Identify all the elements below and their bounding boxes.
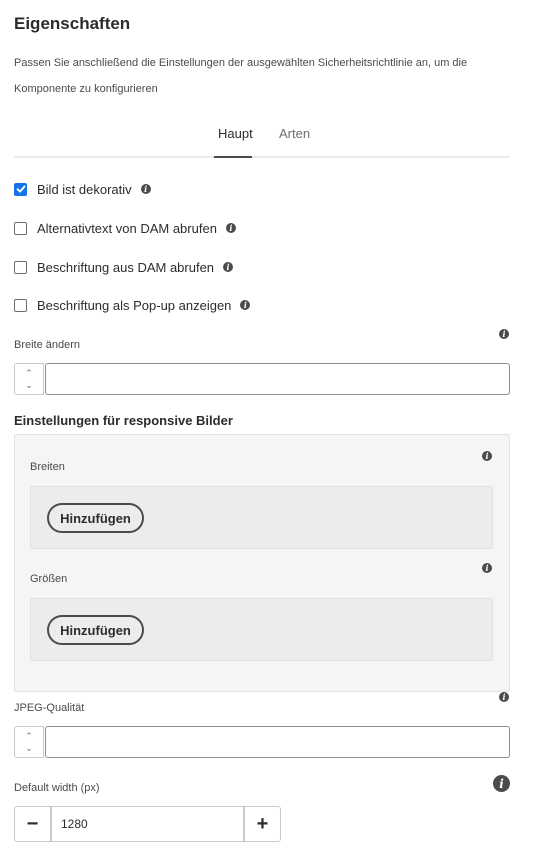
- add-size-button[interactable]: Hinzufügen: [47, 615, 144, 645]
- checkbox-row-caption-from-dam[interactable]: Beschriftung aus DAM abrufen i: [14, 258, 234, 276]
- resize-width-input[interactable]: [45, 363, 510, 395]
- default-width-label: Default width (px): [14, 782, 100, 794]
- sizes-multifield: Hinzufügen: [30, 598, 493, 661]
- sizes-label: Größen: [30, 573, 68, 585]
- tab-haupt[interactable]: Haupt: [218, 126, 253, 141]
- info-icon[interactable]: i: [240, 300, 251, 310]
- info-icon[interactable]: i: [493, 775, 510, 792]
- checkbox-row-decorative[interactable]: Bild ist dekorativ i: [14, 180, 151, 198]
- jpeg-quality-stepper[interactable]: ⌃ ⌄: [14, 726, 44, 758]
- info-icon[interactable]: i: [482, 451, 492, 461]
- jpeg-quality-field: ⌃ ⌄: [14, 726, 510, 758]
- widths-multifield: Hinzufügen: [30, 486, 493, 549]
- responsive-settings-title: Einstellungen für responsive Bilder: [14, 413, 233, 428]
- checkbox-label: Alternativtext von DAM abrufen: [37, 220, 217, 236]
- info-icon[interactable]: i: [225, 223, 236, 233]
- add-width-button[interactable]: Hinzufügen: [47, 503, 144, 533]
- resize-width-label: Breite ändern: [14, 339, 81, 351]
- default-width-input[interactable]: [51, 806, 244, 842]
- chevron-up-icon[interactable]: ⌃: [25, 368, 33, 378]
- alt-from-dam-checkbox[interactable]: [14, 221, 27, 235]
- jpeg-quality-input[interactable]: [45, 726, 510, 758]
- decorative-checkbox[interactable]: [14, 182, 27, 196]
- resize-width-field: ⌃ ⌄: [14, 363, 510, 395]
- resize-width-stepper[interactable]: ⌃ ⌄: [14, 363, 44, 395]
- decrement-button[interactable]: −: [14, 806, 51, 842]
- info-icon[interactable]: i: [499, 692, 509, 702]
- increment-button[interactable]: +: [244, 806, 281, 842]
- caption-from-dam-checkbox[interactable]: [14, 260, 27, 274]
- dialog-description: Passen Sie anschließend die Einstellunge…: [14, 57, 468, 95]
- checkbox-label: Beschriftung als Pop-up anzeigen: [37, 297, 232, 313]
- chevron-up-icon[interactable]: ⌃: [25, 731, 33, 741]
- tab-arten[interactable]: Arten: [279, 126, 310, 141]
- chevron-down-icon[interactable]: ⌄: [25, 743, 33, 753]
- checkbox-row-alt-from-dam[interactable]: Alternativtext von DAM abrufen i: [14, 219, 236, 237]
- checkbox-row-caption-popup[interactable]: Beschriftung als Pop-up anzeigen i: [14, 296, 251, 314]
- active-tab-indicator: [214, 156, 252, 158]
- chevron-down-icon[interactable]: ⌄: [25, 380, 33, 390]
- widths-label: Breiten: [30, 461, 65, 473]
- jpeg-quality-label: JPEG-Qualität: [14, 702, 85, 714]
- info-icon[interactable]: i: [140, 184, 151, 194]
- info-icon[interactable]: i: [223, 262, 234, 272]
- dialog-title: Eigenschaften: [14, 14, 131, 33]
- checkbox-label: Bild ist dekorativ: [37, 181, 132, 197]
- caption-popup-checkbox[interactable]: [14, 298, 27, 312]
- checkbox-label: Beschriftung aus DAM abrufen: [37, 259, 215, 275]
- info-icon[interactable]: i: [499, 329, 509, 339]
- info-icon[interactable]: i: [482, 563, 492, 573]
- checkmark-icon: [16, 185, 25, 193]
- tab-bar: Haupt Arten: [14, 118, 510, 158]
